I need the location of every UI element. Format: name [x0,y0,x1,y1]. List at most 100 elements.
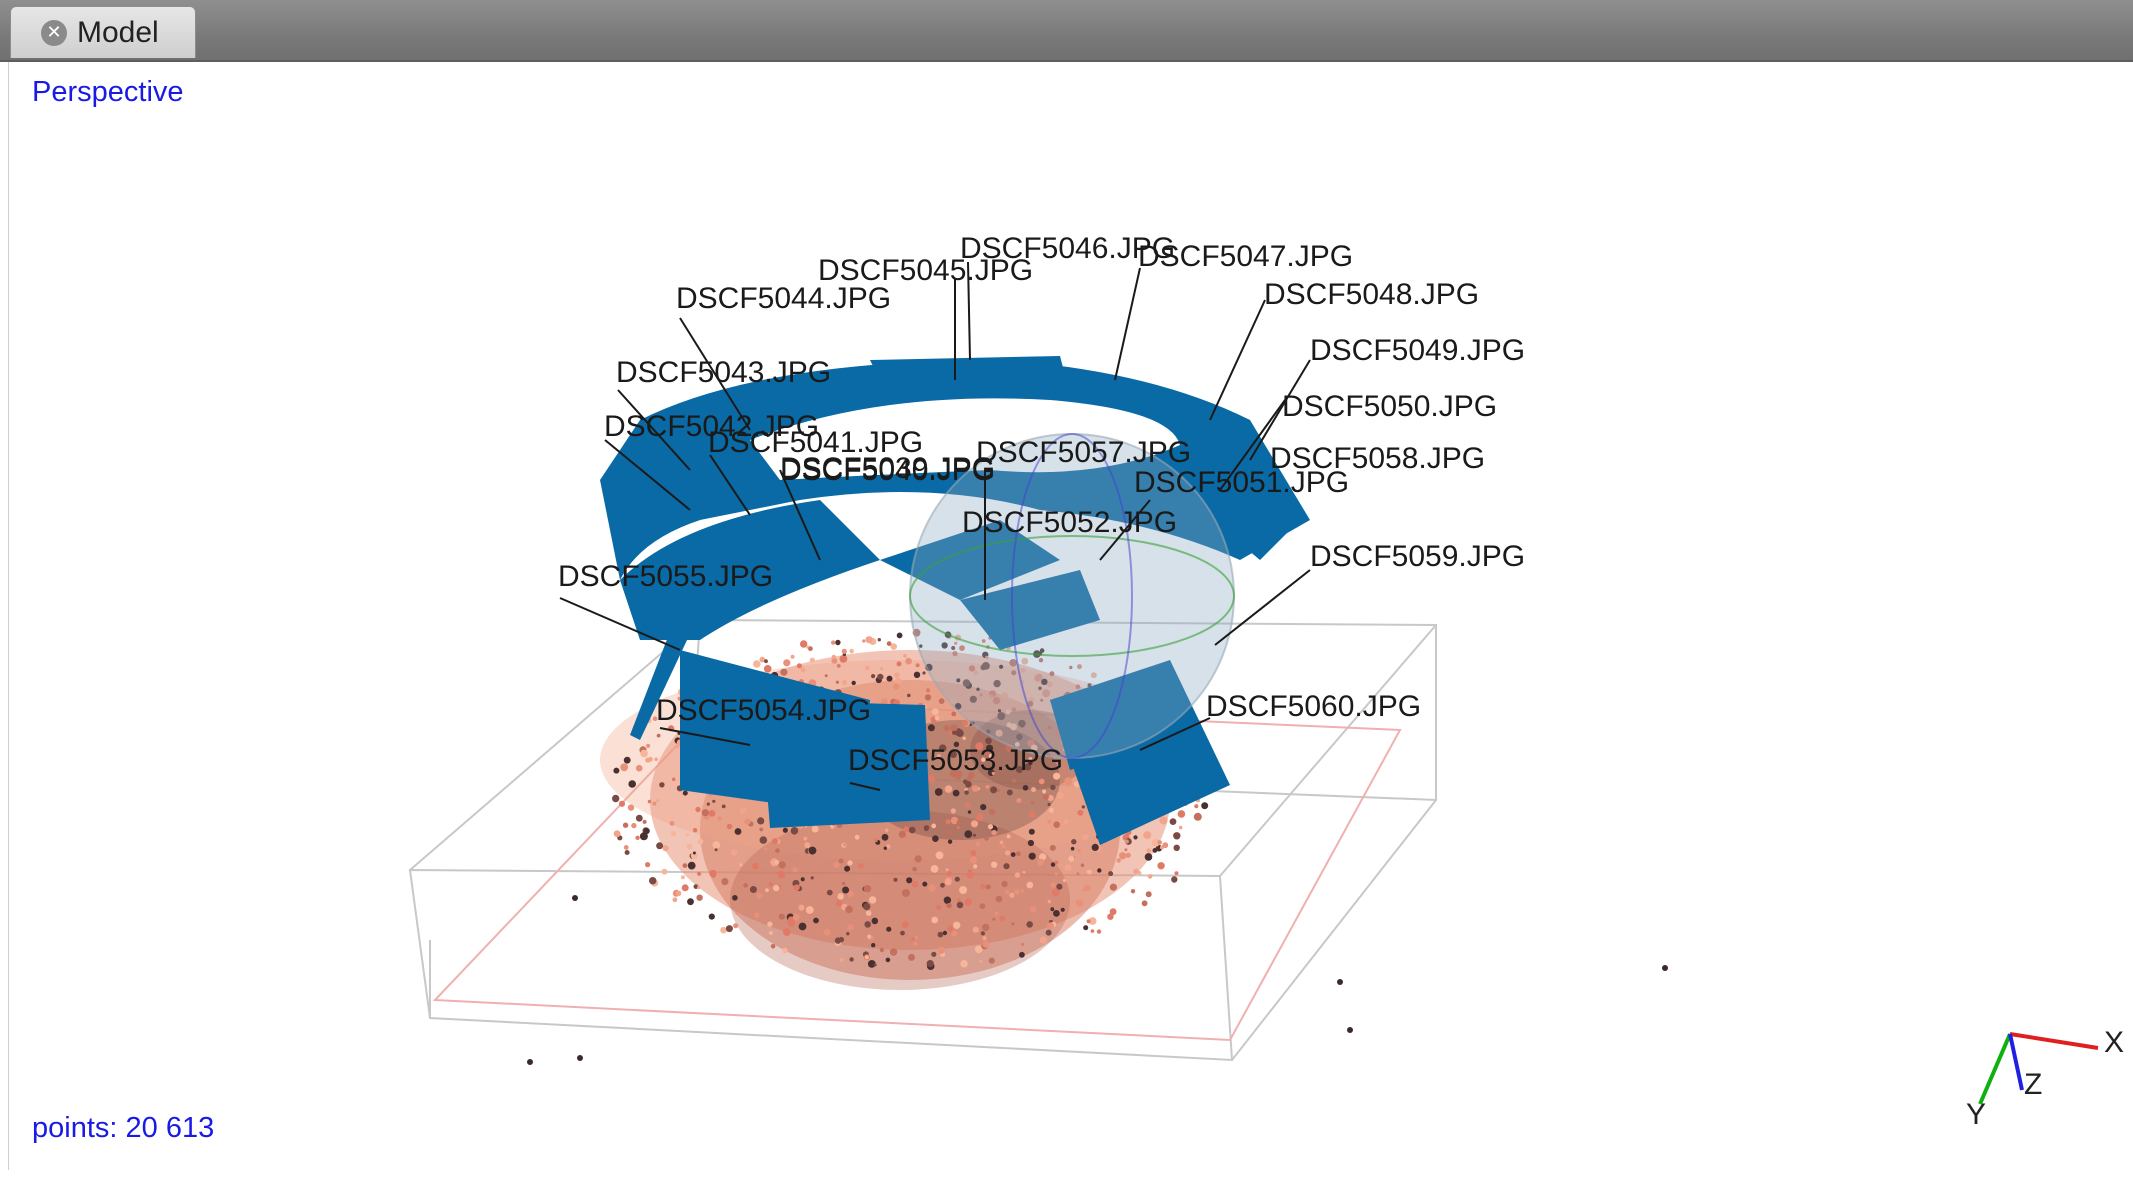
point [914,855,922,863]
point [1169,818,1177,825]
point [946,871,952,877]
point [970,820,979,828]
point [1109,908,1117,916]
point [796,663,803,669]
point [962,736,966,740]
point [751,862,759,870]
point [999,840,1004,845]
point [808,646,813,651]
point [627,804,635,811]
point [945,868,949,872]
point [668,815,674,820]
point [1124,848,1128,852]
point [1047,802,1051,807]
point [980,931,986,936]
point [898,830,906,839]
projection-mode-label: Perspective [32,76,184,108]
point [912,866,917,872]
point [913,941,918,947]
point [980,883,986,890]
point [701,809,709,817]
point [1077,899,1082,904]
point [765,888,769,892]
point [1022,870,1026,874]
point [1081,805,1086,809]
point [854,834,860,840]
point [640,749,648,758]
point [990,861,998,868]
point [1157,862,1165,870]
point [937,946,945,954]
point [839,957,844,963]
point [988,808,996,815]
point [764,659,768,664]
point [849,648,854,654]
point [964,790,969,795]
point [1145,891,1152,898]
point [956,901,964,909]
point [725,925,733,933]
point [768,931,773,935]
point [1006,834,1011,839]
point [1133,835,1138,840]
point [624,850,630,855]
point [994,911,999,916]
point [871,674,876,679]
point [837,893,844,900]
point [963,779,968,785]
point [613,830,621,838]
point [936,904,942,911]
point [952,730,957,735]
point [687,861,696,870]
point [842,843,847,847]
point [1016,798,1022,803]
point [858,863,864,869]
point [908,826,916,834]
point [764,847,768,851]
point [934,715,940,721]
point [783,928,791,936]
point [1001,844,1006,849]
point [940,882,945,888]
point [709,869,717,878]
point [1083,925,1089,931]
point [950,808,956,814]
point [871,917,879,925]
point [984,836,989,841]
point [778,913,785,920]
point [712,799,716,803]
point [915,663,920,668]
point [881,833,889,841]
point [845,905,853,914]
point [1038,778,1045,785]
point [1011,778,1017,783]
camera-label: DSCF5059.JPG [1310,540,1525,573]
point [656,799,660,803]
axes-gizmo: X Y Z [1966,1026,2124,1131]
point [654,757,658,762]
point [871,943,876,948]
point [648,756,653,762]
point [924,694,932,701]
point [754,912,760,918]
point [686,843,693,850]
point [1062,879,1066,882]
point [831,640,836,645]
point [1173,844,1180,851]
point [649,877,657,885]
point [864,921,871,928]
point [623,845,629,850]
point [720,926,727,934]
point [1152,848,1158,853]
point [749,886,757,893]
point [1201,802,1209,810]
point [635,814,643,822]
point [835,639,841,646]
point [1056,791,1064,799]
point [712,841,721,849]
point [834,937,842,944]
point [1060,907,1065,912]
scene-canvas[interactable]: DSCF5046.JPG DSCF5047.JPG DSCF5045.JPG D… [0,0,2133,1178]
point [642,819,647,824]
point [903,826,910,833]
